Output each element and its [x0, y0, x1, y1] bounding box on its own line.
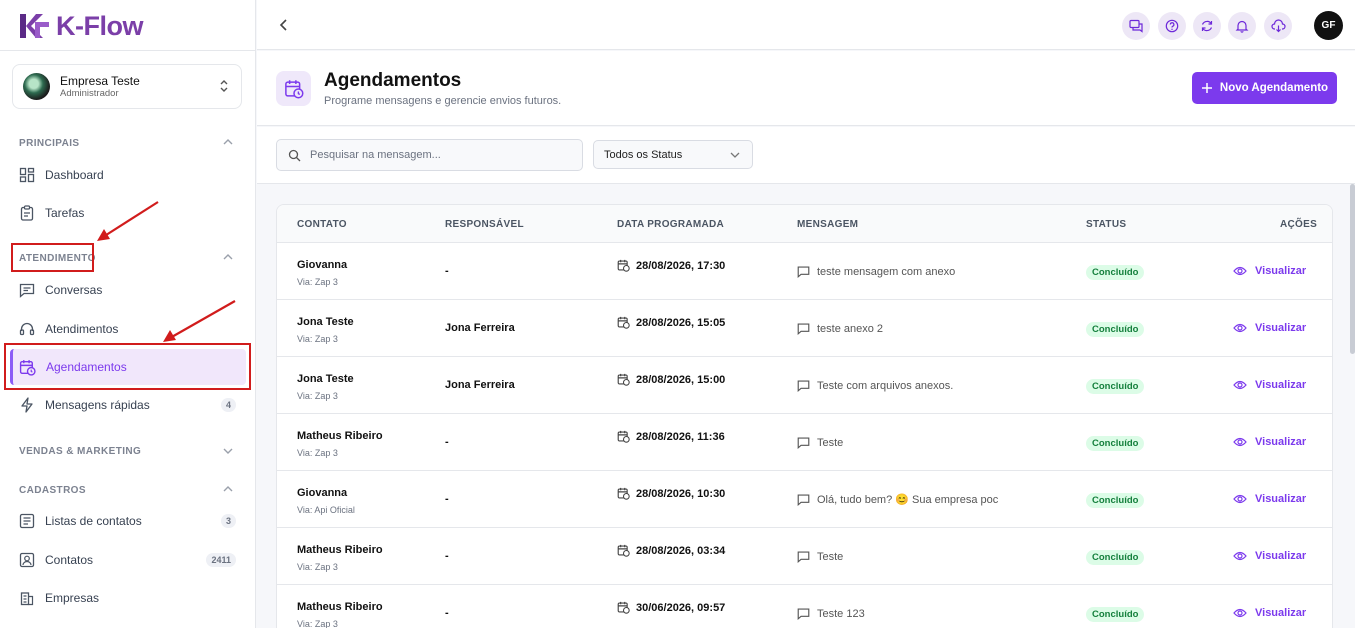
- annotation-arrows: [97, 201, 236, 342]
